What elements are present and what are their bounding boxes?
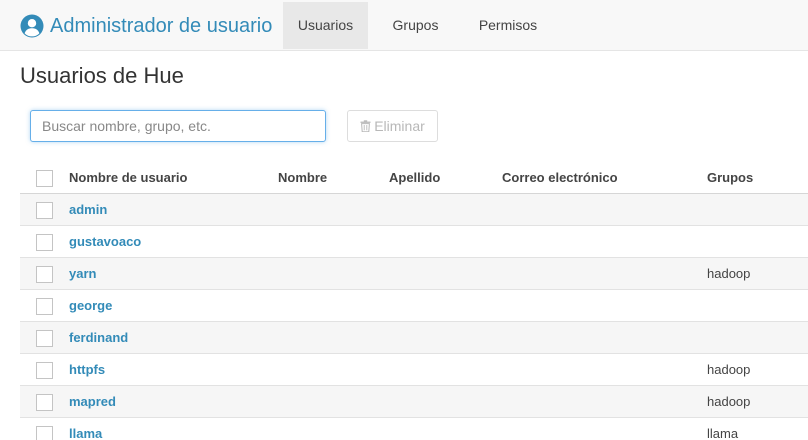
app-brand[interactable]: Administrador de usuario (20, 13, 272, 39)
row-checkbox[interactable] (36, 266, 53, 283)
column-header-email[interactable]: Correo electrónico (502, 162, 618, 194)
row-checkbox[interactable] (36, 362, 53, 379)
row-checkbox[interactable] (36, 330, 53, 347)
row-checkbox[interactable] (36, 426, 53, 440)
row-checkbox[interactable] (36, 202, 53, 219)
user-circle-icon (20, 14, 44, 38)
groups-cell: hadoop (707, 362, 751, 377)
table-row: george (20, 290, 808, 322)
username-link[interactable]: llama (69, 418, 102, 440)
delete-button-label: Eliminar (374, 118, 425, 134)
groups-cell: hadoop (707, 266, 751, 281)
app-title: Administrador de usuario (50, 14, 273, 37)
delete-button[interactable]: Eliminar (347, 110, 438, 142)
row-checkbox[interactable] (36, 394, 53, 411)
tab-permisos[interactable]: Permisos (468, 2, 548, 49)
select-all-checkbox[interactable] (36, 170, 53, 187)
row-checkbox[interactable] (36, 234, 53, 251)
username-link[interactable]: gustavoaco (69, 226, 141, 258)
column-header-first-name[interactable]: Nombre (278, 162, 327, 194)
users-table: Nombre de usuario Nombre Apellido Correo… (20, 162, 808, 440)
table-row: ferdinand (20, 322, 808, 354)
table-row: yarn hadoop (20, 258, 808, 290)
username-link[interactable]: ferdinand (69, 322, 128, 354)
username-link[interactable]: yarn (69, 258, 96, 290)
table-row: llama llama (20, 418, 808, 440)
table-row: httpfs hadoop (20, 354, 808, 386)
page-title: Usuarios de Hue (20, 63, 184, 88)
groups-cell: llama (707, 426, 739, 440)
table-row: admin (20, 194, 808, 226)
column-header-last-name[interactable]: Apellido (389, 162, 440, 194)
tab-grupos[interactable]: Grupos (378, 2, 453, 49)
trash-icon (360, 120, 371, 132)
table-row: mapred hadoop (20, 386, 808, 418)
column-header-username[interactable]: Nombre de usuario (69, 162, 187, 194)
top-navbar: Administrador de usuario Usuarios Grupos… (0, 0, 808, 51)
row-checkbox[interactable] (36, 298, 53, 315)
tab-usuarios[interactable]: Usuarios (283, 2, 368, 49)
column-header-groups[interactable]: Grupos (707, 162, 753, 194)
groups-cell: hadoop (707, 394, 751, 409)
table-row: gustavoaco (20, 226, 808, 258)
table-header-row: Nombre de usuario Nombre Apellido Correo… (20, 162, 808, 194)
username-link[interactable]: httpfs (69, 354, 105, 386)
search-input[interactable] (30, 110, 326, 142)
username-link[interactable]: george (69, 290, 112, 322)
username-link[interactable]: admin (69, 194, 107, 226)
username-link[interactable]: mapred (69, 386, 116, 418)
